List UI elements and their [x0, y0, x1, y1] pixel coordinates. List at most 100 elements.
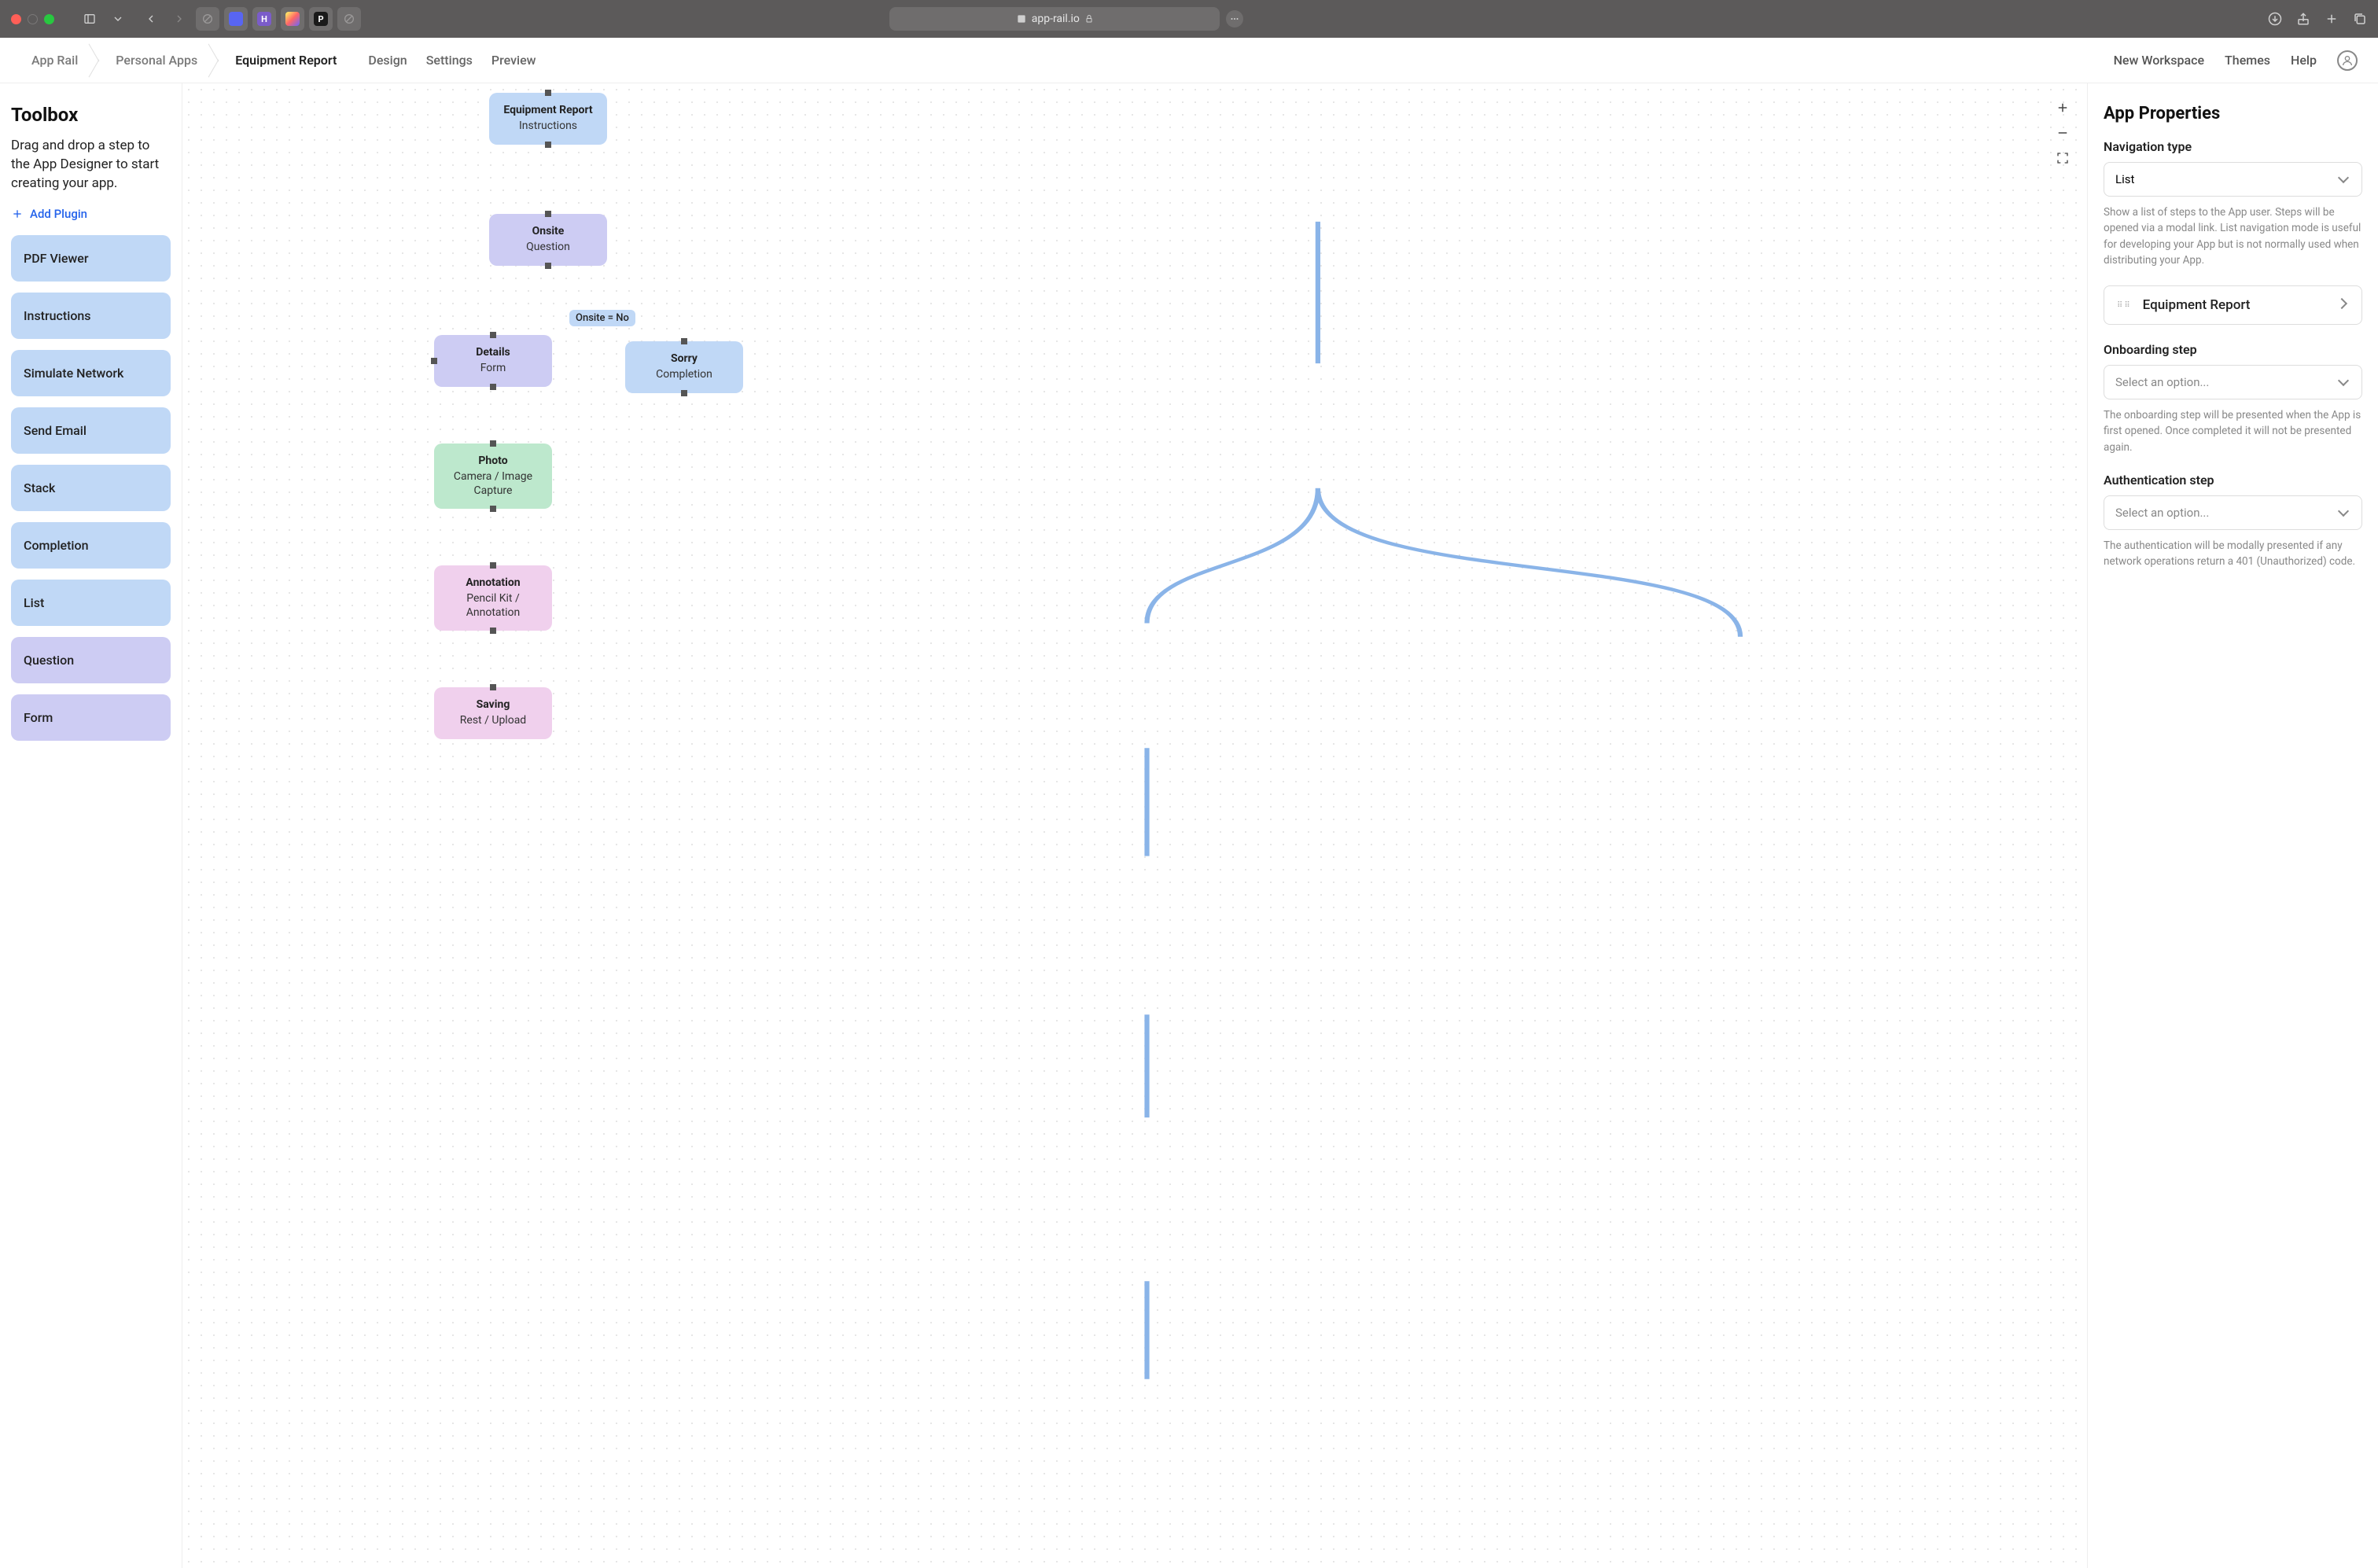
themes-link[interactable]: Themes [2225, 53, 2270, 68]
auth-label: Authentication step [2104, 473, 2362, 488]
auth-help: The authentication will be modally prese… [2104, 538, 2362, 570]
tab-settings[interactable]: Settings [426, 53, 473, 68]
node-handle-bottom[interactable] [681, 390, 687, 396]
sidebar-toggle-icon[interactable] [78, 7, 101, 31]
chevron-down-icon[interactable] [106, 7, 130, 31]
canvas-edges [182, 83, 2087, 1568]
breadcrumb-sep-icon [208, 45, 224, 76]
zoom-in-button[interactable] [2052, 98, 2073, 118]
tool-item-simulate-network[interactable]: Simulate Network [11, 350, 171, 396]
pinned-tab-6-icon[interactable] [337, 7, 361, 31]
node-subtitle: Instructions [497, 120, 599, 134]
node-subtitle: Question [497, 241, 599, 255]
breadcrumb-sep-icon [89, 45, 105, 76]
drag-handle-icon[interactable]: ⠿⠿ [2117, 304, 2132, 307]
toolbox-description: Drag and drop a step to the App Designer… [11, 137, 171, 193]
node-handle-bottom[interactable] [490, 506, 496, 512]
toolbox-sidebar: Toolbox Drag and drop a step to the App … [0, 83, 182, 1568]
pinned-tab-1-icon[interactable] [196, 7, 219, 31]
app-row[interactable]: ⠿⠿ Equipment Report [2104, 285, 2362, 325]
onboarding-placeholder: Select an option... [2115, 375, 2209, 389]
node-handle-bottom[interactable] [545, 263, 551, 269]
node-title: Onsite [497, 225, 599, 237]
new-workspace-link[interactable]: New Workspace [2114, 53, 2204, 68]
node-saving[interactable]: Saving Rest / Upload [434, 687, 552, 739]
nav-type-label: Navigation type [2104, 139, 2362, 154]
tool-item-instructions[interactable]: Instructions [11, 293, 171, 339]
zoom-out-button[interactable] [2052, 123, 2073, 143]
avatar[interactable] [2337, 50, 2358, 71]
node-handle-top[interactable] [490, 440, 496, 447]
back-icon[interactable] [139, 7, 163, 31]
url-bar[interactable]: app-rail.io [889, 7, 1220, 31]
node-handle-top[interactable] [681, 338, 687, 344]
canvas[interactable]: Onsite = No Equipment ReportInstructions… [182, 83, 2087, 1568]
breadcrumb-root[interactable]: App Rail [20, 53, 89, 68]
node-handle-bottom[interactable] [490, 384, 496, 390]
browser-chrome: H P app-rail.io [0, 0, 2378, 38]
node-subtitle: Form [442, 362, 544, 376]
pinned-tab-4-icon[interactable] [281, 7, 304, 31]
node-handle-top[interactable] [490, 684, 496, 690]
url-more-icon[interactable] [1226, 10, 1243, 28]
node-title: Sorry [633, 352, 735, 365]
traffic-lights [11, 14, 54, 24]
plus-icon [11, 208, 24, 220]
window-minimize-icon[interactable] [28, 14, 38, 24]
toolbox-title: Toolbox [11, 104, 171, 126]
node-handle-top[interactable] [490, 332, 496, 338]
onboarding-select[interactable]: Select an option... [2104, 365, 2362, 399]
window-close-icon[interactable] [11, 14, 21, 24]
tool-item-pdf-viewer[interactable]: PDF Viewer [11, 235, 171, 282]
node-handle-left[interactable] [431, 358, 437, 364]
node-handle-top[interactable] [545, 211, 551, 217]
breadcrumb-workspace[interactable]: Personal Apps [105, 53, 208, 68]
node-sorry[interactable]: Sorry Completion [625, 341, 743, 393]
tool-item-completion[interactable]: Completion [11, 522, 171, 569]
download-icon[interactable] [2268, 12, 2282, 26]
chevron-down-icon [2339, 174, 2350, 185]
node-photo[interactable]: PhotoCamera / Image Capture [434, 444, 552, 509]
node-details[interactable]: DetailsForm [434, 335, 552, 387]
tab-design[interactable]: Design [368, 53, 407, 68]
edge-label-onsite-no: Onsite = No [569, 310, 635, 326]
share-icon[interactable] [2296, 12, 2310, 26]
window-maximize-icon[interactable] [44, 14, 54, 24]
tool-item-question[interactable]: Question [11, 637, 171, 683]
node-title: Saving [442, 698, 544, 711]
pinned-tab-2-icon[interactable] [224, 7, 248, 31]
node-onsite[interactable]: Onsite Question [489, 214, 607, 266]
nav-type-help: Show a list of steps to the App user. St… [2104, 204, 2362, 268]
pinned-tab-5-icon[interactable]: P [309, 7, 333, 31]
tabs-icon[interactable] [2353, 12, 2367, 26]
tool-item-stack[interactable]: Stack [11, 465, 171, 511]
new-tab-icon[interactable] [2325, 12, 2339, 26]
auth-select[interactable]: Select an option... [2104, 495, 2362, 530]
node-title: Photo [442, 455, 544, 467]
forward-icon[interactable] [167, 7, 191, 31]
url-text: app-rail.io [1032, 13, 1080, 25]
node-subtitle: Rest / Upload [442, 714, 544, 728]
chevron-down-icon [2339, 377, 2350, 388]
app-header: App Rail Personal Apps Equipment Report … [0, 38, 2378, 83]
tool-item-send-email[interactable]: Send Email [11, 407, 171, 454]
node-handle-bottom[interactable] [545, 142, 551, 148]
chevron-down-icon [2339, 507, 2350, 518]
fit-screen-button[interactable] [2052, 148, 2073, 168]
node-annotation[interactable]: AnnotationPencil Kit / Annotation [434, 565, 552, 631]
node-subtitle: Pencil Kit / Annotation [442, 592, 544, 620]
help-link[interactable]: Help [2291, 53, 2317, 68]
node-handle-top[interactable] [545, 90, 551, 96]
nav-type-select[interactable]: List [2104, 162, 2362, 197]
pinned-tab-3-icon[interactable]: H [252, 7, 276, 31]
node-handle-top[interactable] [490, 562, 496, 569]
add-plugin-button[interactable]: Add Plugin [11, 207, 171, 221]
tab-preview[interactable]: Preview [491, 53, 536, 68]
node-subtitle: Completion [633, 368, 735, 382]
tool-item-list[interactable]: List [11, 580, 171, 626]
node-equipment-report[interactable]: Equipment ReportInstructions [489, 93, 607, 145]
tool-item-form[interactable]: Form [11, 694, 171, 741]
breadcrumb-app[interactable]: Equipment Report [224, 53, 348, 68]
nav-type-value: List [2115, 172, 2134, 186]
node-handle-bottom[interactable] [490, 628, 496, 634]
